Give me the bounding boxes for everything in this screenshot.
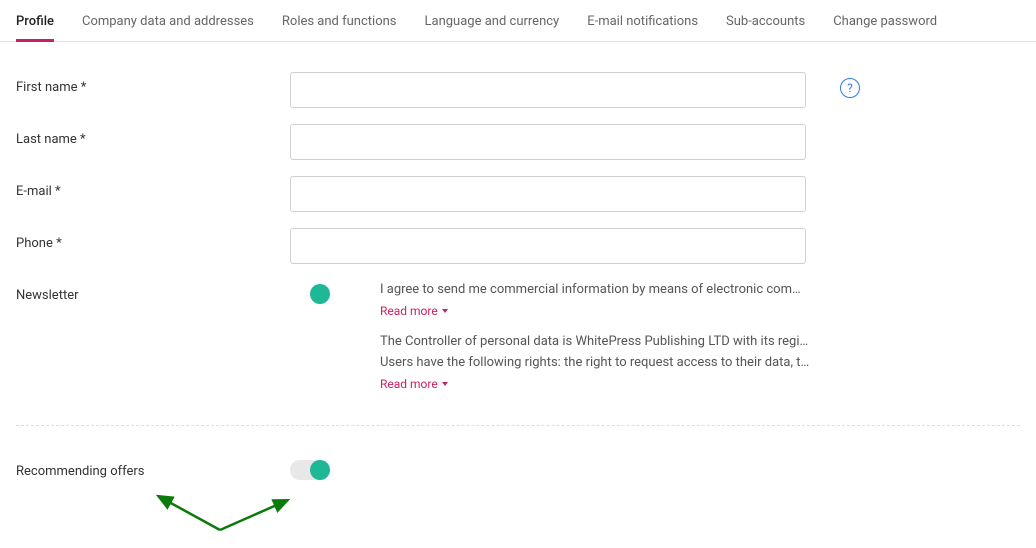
controller-text-1: The Controller of personal data is White… bbox=[380, 332, 810, 352]
recommending-section: Recommending offers bbox=[0, 456, 1036, 484]
first-name-input[interactable] bbox=[290, 72, 806, 108]
recommending-toggle[interactable] bbox=[290, 460, 330, 480]
recommending-label: Recommending offers bbox=[16, 456, 290, 479]
row-last-name: Last name * bbox=[16, 124, 1020, 160]
last-name-label: Last name * bbox=[16, 124, 290, 147]
controller-text-2: Users have the following rights: the rig… bbox=[380, 353, 810, 373]
email-label: E-mail * bbox=[16, 176, 290, 199]
tab-email-notifications[interactable]: E-mail notifications bbox=[587, 0, 698, 41]
first-name-label: First name * bbox=[16, 72, 290, 95]
tab-roles[interactable]: Roles and functions bbox=[282, 0, 397, 41]
toggle-knob bbox=[310, 284, 330, 304]
phone-input[interactable] bbox=[290, 228, 806, 264]
row-recommending: Recommending offers bbox=[16, 456, 1020, 484]
row-phone: Phone * bbox=[16, 228, 1020, 264]
tab-change-password[interactable]: Change password bbox=[833, 0, 937, 41]
chevron-down-icon bbox=[442, 309, 448, 313]
newsletter-consent-text: I agree to send me commercial informatio… bbox=[380, 280, 810, 300]
tab-language-currency[interactable]: Language and currency bbox=[425, 0, 560, 41]
settings-tabs: Profile Company data and addresses Roles… bbox=[0, 0, 1036, 42]
newsletter-read-more-2[interactable]: Read more bbox=[380, 377, 448, 391]
read-more-label: Read more bbox=[380, 304, 438, 318]
row-newsletter: Newsletter I agree to send me commercial… bbox=[16, 280, 1020, 405]
tab-profile[interactable]: Profile bbox=[16, 0, 54, 41]
tab-sub-accounts[interactable]: Sub-accounts bbox=[726, 0, 805, 41]
newsletter-read-more-1[interactable]: Read more bbox=[380, 304, 448, 318]
newsletter-label: Newsletter bbox=[16, 280, 290, 303]
email-input[interactable] bbox=[290, 176, 806, 212]
toggle-knob bbox=[310, 460, 330, 480]
phone-label: Phone * bbox=[16, 228, 290, 251]
profile-form: First name * ? Last name * E-mail * Phon… bbox=[0, 42, 1036, 405]
tab-company-data[interactable]: Company data and addresses bbox=[82, 0, 254, 41]
help-icon[interactable]: ? bbox=[840, 78, 860, 98]
section-divider bbox=[16, 425, 1020, 426]
annotation-arrows bbox=[140, 490, 320, 540]
read-more-label-2: Read more bbox=[380, 377, 438, 391]
row-email: E-mail * bbox=[16, 176, 1020, 212]
chevron-down-icon bbox=[442, 382, 448, 386]
last-name-input[interactable] bbox=[290, 124, 806, 160]
row-first-name: First name * ? bbox=[16, 72, 1020, 108]
